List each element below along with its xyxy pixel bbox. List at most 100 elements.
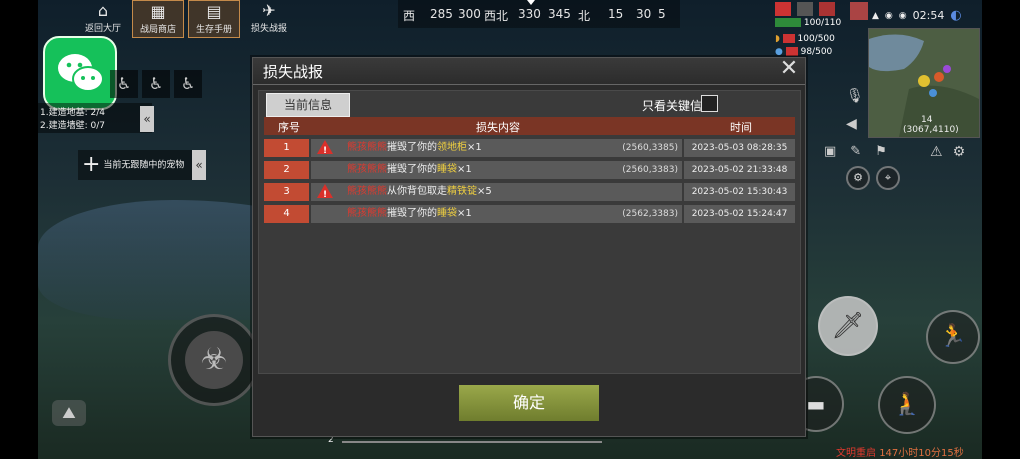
reset-countdown: 147小时10分15秒 [879,448,964,459]
warning-triangle-icon [317,140,333,160]
loss-report-dialog: 损失战报 ✕ 当前信息 只看关键信息 序号 损失内容 时间 1 熊孩熊熊摧毁了你… [252,57,806,437]
row-coordinates: (2560,3385) [622,143,678,153]
compass-mark: 西北 [484,9,509,23]
pin-icon[interactable]: ✎ [850,144,861,159]
knife-attack-button[interactable]: 🗡 [818,296,878,356]
warning-icon[interactable]: ⚠ [930,144,943,160]
header-time: 时间 [730,121,752,134]
action-text: 摧毁了你的 [387,164,437,175]
water-value: 98/500 [800,47,833,57]
only-key-checkbox[interactable] [701,95,718,112]
item-qty: ×1 [467,142,482,153]
table-row[interactable]: 4 熊孩熊熊摧毁了你的睡袋×1 (2562,3383) 2023-05-02 1… [264,205,795,223]
item-qty: ×5 [477,186,492,197]
compass-mark: 330 [518,7,541,21]
confirm-button[interactable]: 确定 [459,385,599,421]
biohazard-icon: ☣ [185,331,243,389]
moon-icon: ◐ [950,8,962,23]
build-icon[interactable]: ♿ [174,70,202,98]
book-icon: ▤ [206,2,222,21]
food-icon: ◗ [775,34,780,44]
dialog-title: 损失战报 [263,63,324,81]
task-icons-row: ♿ ♿ ♿ [110,70,202,98]
clock: 02:54 [912,9,945,22]
handbook-label: 生存手册 [195,25,232,35]
target-icon [797,2,813,16]
action-text: 从你背包取走 [387,186,447,197]
plus-icon[interactable]: + [82,152,100,177]
build-icon[interactable]: ♿ [110,70,138,98]
row-time: 2023-05-03 08:28:35 [684,139,795,157]
row-content: 熊孩熊熊摧毁了你的睡袋×1 (2562,3383) [311,205,682,223]
row-number: 1 [264,139,309,157]
map-icon[interactable]: ⛰ [52,400,86,426]
alert-icon [819,2,835,16]
wechat-float-icon[interactable] [43,36,117,110]
row-time: 2023-05-02 15:24:47 [684,205,795,223]
food-value: 100/500 [797,34,835,44]
jump-button[interactable]: 🏃 [926,310,980,364]
collapse-arrow-icon[interactable]: « [140,106,154,132]
progress-line [342,441,602,443]
action-text: 摧毁了你的 [387,142,437,153]
warning-settings: ⚠ ⚙ [930,144,965,160]
shop-button[interactable]: ▦ 战局商店 [132,0,184,38]
mask-icon[interactable]: ▣ [824,144,836,159]
right-letterbox [982,0,1020,459]
lobby-button[interactable]: ⌂ 返回大厅 [78,0,128,36]
item-name: 领地柜 [437,142,467,153]
wechat-bubbles-icon [58,54,104,92]
loss-report-label: 损失战报 [250,24,287,34]
row-coordinates: (2560,3383) [622,165,678,175]
item-name: 睡袋 [437,208,457,219]
gear-icon[interactable]: ⚙ [953,144,966,160]
compass-mark: 15 [608,7,624,21]
close-icon[interactable]: ✕ [779,58,799,80]
pet-status-text: 当前无跟随中的宠物 [103,160,185,171]
flag-marker-icon[interactable]: ⚑ [875,144,887,159]
system-tray: ▲ ◉ ◉ 02:54 ◐ [872,8,962,23]
attacker-name: 熊孩熊熊 [347,164,387,175]
table-row[interactable]: 2 熊孩熊熊摧毁了你的睡袋×1 (2560,3383) 2023-05-02 2… [264,161,795,179]
row-number: 3 [264,183,309,201]
compass-mark: 西 [403,9,416,23]
movement-joystick[interactable]: ☣ [168,314,260,406]
dialog-header: 损失战报 ✕ [253,58,805,85]
location-pin-icon[interactable]: ⌖ [876,166,900,190]
attacker-name: 熊孩熊熊 [347,142,387,153]
handbook-button[interactable]: ▤ 生存手册 [188,0,240,38]
map-tools: ⚙ ⌖ [846,166,900,190]
row-number: 4 [264,205,309,223]
row-time: 2023-05-02 15:30:43 [684,183,795,201]
tab-current-info[interactable]: 当前信息 [266,93,350,117]
eye-icon: ◉ [884,10,893,21]
server-reset-timer: 文明重启 147小时10分15秒 [836,444,964,459]
compass-mark: 30 [636,7,652,21]
task-foundation: 1.建造地基: 2/4 [40,108,105,118]
header-no: 序号 [278,121,300,134]
tool-icons-row: ▣ ✎ ⚑ [824,144,887,159]
bike-icon[interactable]: ⚙ [846,166,870,190]
row-time: 2023-05-02 21:33:48 [684,161,795,179]
home-icon: ⌂ [97,1,109,20]
action-text: 摧毁了你的 [387,208,437,219]
table-row[interactable]: 1 熊孩熊熊摧毁了你的领地柜×1 (2560,3385) 2023-05-03 … [264,139,795,160]
lobby-label: 返回大厅 [84,24,121,34]
minimap[interactable]: (3067,4110) 14 [868,28,980,138]
crouch-button[interactable]: 🧎 [878,376,936,434]
table-row[interactable]: 3 熊孩熊熊从你背包取走精铁锭×5 2023-05-02 15:30:43 [264,183,795,204]
item-name: 睡袋 [437,164,457,175]
header-content: 损失内容 [476,121,520,134]
loss-report-button[interactable]: ✈ 损失战报 [244,0,294,36]
mic-muted-icon[interactable]: 🎙 [846,88,864,104]
flag-icon[interactable] [850,2,868,20]
build-icon[interactable]: ♿ [142,70,170,98]
compass-bar: 西 285 300 西北 330 345 北 15 30 5 [398,0,680,28]
speaker-muted-icon[interactable]: ◀ [846,116,857,132]
row-content: 熊孩熊熊摧毁了你的睡袋×1 (2560,3383) [311,161,682,179]
compass-mark: 5 [658,7,666,21]
item-name: 精铁锭 [447,186,477,197]
collapse-arrow-icon[interactable]: « [192,150,206,180]
minimap-coordinates: (3067,4110) [903,125,959,135]
reset-label: 文明重启 [836,448,876,459]
